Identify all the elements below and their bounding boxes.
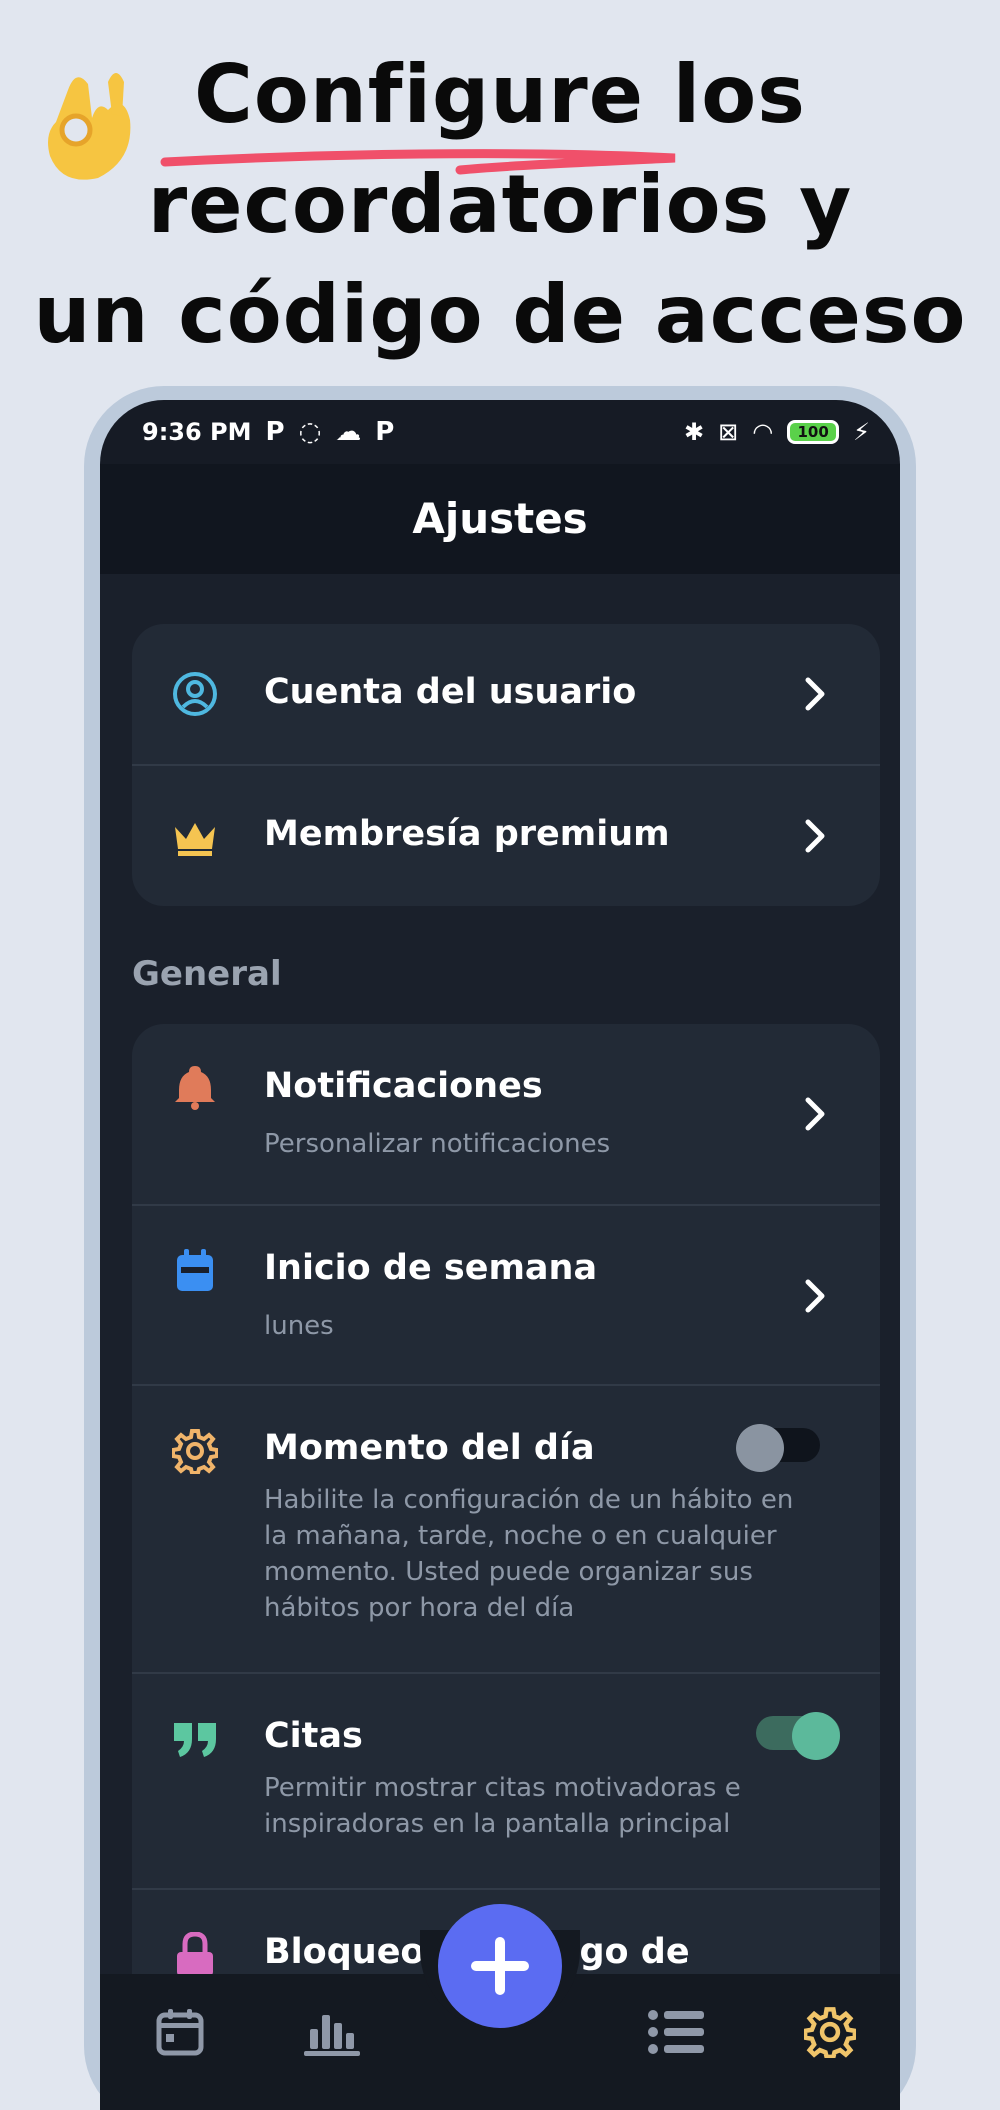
calendar-tab[interactable] — [150, 2002, 210, 2062]
quotes-description: Permitir mostrar citas motivadoras e ins… — [264, 1773, 741, 1839]
gear-icon — [172, 1428, 218, 1474]
list-tab[interactable] — [646, 2002, 706, 2062]
time-of-day-row: Momento del día Habilite la configuració… — [132, 1384, 880, 1672]
ok-hand-emoji-icon — [48, 73, 131, 180]
list-icon — [648, 2010, 704, 2054]
account-card: Cuenta del usuario Membresía premium — [132, 624, 880, 906]
quotes-toggle[interactable] — [756, 1712, 842, 1760]
quote-icon — [172, 1716, 218, 1762]
promo-headline: Configure los recordatorios y un código … — [0, 40, 1000, 370]
lock-icon — [172, 1932, 218, 1978]
highlight-underline — [160, 149, 676, 175]
parking-icon: P — [375, 417, 395, 447]
headline-line-1: Configure los — [194, 48, 806, 141]
notifications-row[interactable]: Notificaciones Personalizar notificacion… — [132, 1024, 880, 1204]
settings-gear-icon — [804, 2007, 856, 2058]
top-app-bar: Ajustes — [100, 464, 900, 574]
status-bar: 9:36 PM P ◌ ☁ P ✱ ⊠ ◠ 100 ⚡ — [100, 400, 900, 464]
parking-icon: P — [265, 417, 285, 447]
sim-off-icon: ⊠ — [718, 418, 739, 446]
status-time: 9:36 PM — [142, 418, 252, 446]
time-of-day-label: Momento del día — [264, 1428, 595, 1468]
user-account-row[interactable]: Cuenta del usuario — [132, 624, 880, 764]
quotes-label: Citas — [264, 1716, 363, 1756]
plus-icon — [471, 1937, 529, 1995]
page-title: Ajustes — [412, 494, 588, 543]
calendar-icon — [172, 1248, 218, 1294]
calendar-tab-icon — [156, 2009, 204, 2056]
bluetooth-icon: ✱ — [683, 418, 705, 446]
settings-content: Cuenta del usuario Membresía premium Gen… — [100, 574, 900, 2110]
crown-icon — [172, 814, 218, 860]
chevron-right-icon — [805, 1279, 825, 1313]
app-screen: 9:36 PM P ◌ ☁ P ✱ ⊠ ◠ 100 ⚡ Ajustes Cuen… — [100, 400, 900, 2110]
stats-tab[interactable] — [302, 2002, 362, 2062]
cloud-icon: ☁ — [335, 417, 362, 447]
settings-tab[interactable] — [800, 2002, 860, 2062]
headline-line-3: un código de acceso — [33, 268, 967, 361]
time-of-day-toggle[interactable] — [736, 1424, 822, 1472]
week-start-label: Inicio de semana — [264, 1248, 598, 1288]
loading-circle-icon: ◌ — [298, 417, 322, 447]
bar-chart-icon — [304, 2015, 360, 2056]
battery-icon: 100 — [787, 420, 840, 444]
charging-icon: ⚡ — [853, 418, 870, 446]
add-habit-button[interactable] — [438, 1904, 562, 2028]
week-start-row[interactable]: Inicio de semana lunes — [132, 1204, 880, 1384]
notifications-label: Notificaciones — [264, 1066, 543, 1106]
chevron-right-icon — [805, 677, 825, 711]
user-circle-icon — [172, 671, 218, 717]
section-label-general: General — [132, 954, 282, 994]
bell-icon — [172, 1064, 218, 1110]
chevron-right-icon — [805, 819, 825, 853]
notifications-subtitle: Personalizar notificaciones — [264, 1129, 611, 1159]
quotes-row: Citas Permitir mostrar citas motivadoras… — [132, 1672, 880, 1888]
time-of-day-description: Habilite la configuración de un hábito e… — [264, 1485, 794, 1623]
wifi-icon: ◠ — [752, 418, 774, 446]
chevron-right-icon — [805, 1097, 825, 1131]
premium-membership-label: Membresía premium — [264, 814, 670, 854]
user-account-label: Cuenta del usuario — [264, 672, 637, 712]
week-start-value: lunes — [264, 1311, 334, 1341]
premium-membership-row[interactable]: Membresía premium — [132, 764, 880, 906]
